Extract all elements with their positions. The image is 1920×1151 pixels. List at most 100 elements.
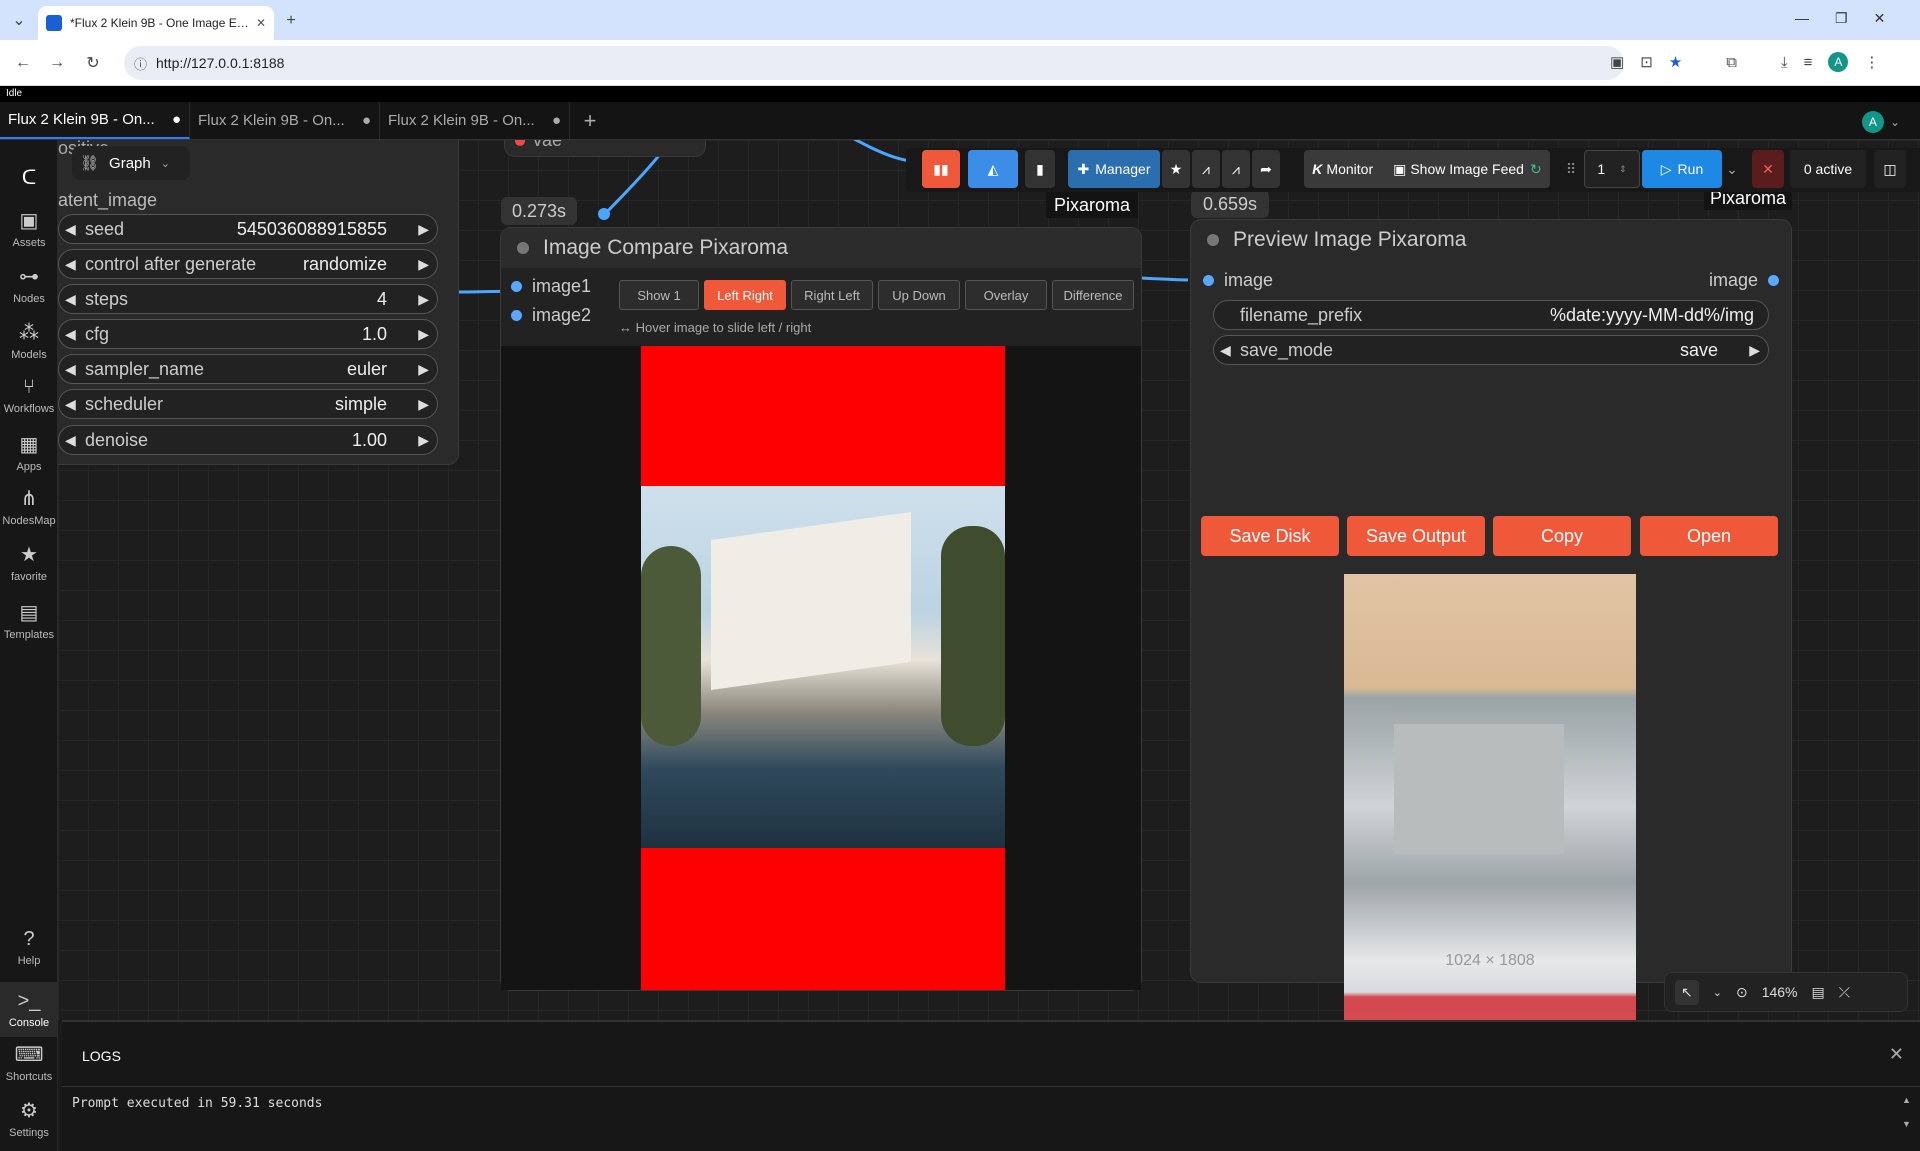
tool-a-icon[interactable]: ⩘ (1192, 150, 1220, 188)
show-image-feed-button[interactable]: ▣ Show Image Feed ↻ (1393, 161, 1542, 178)
input-socket[interactable] (1203, 275, 1214, 286)
close-icon[interactable]: ✕ (1889, 1044, 1904, 1065)
hide-links-icon[interactable]: ⤫ (1839, 984, 1850, 1001)
control-after-generate-widget[interactable]: ◀ control after generate randomize ▶ (58, 249, 438, 279)
extensions-icon[interactable]: ⧉ (1726, 54, 1737, 71)
input-image[interactable]: image (1203, 270, 1273, 291)
zoom-level[interactable]: 146% (1762, 984, 1798, 1000)
sidebar-item-help[interactable]: ? Help (0, 928, 58, 967)
share-icon[interactable]: ➦ (1252, 150, 1280, 188)
mode-difference-button[interactable]: Difference (1052, 280, 1134, 310)
workflow-tab[interactable]: Flux 2 Klein 9B - On... ● (0, 102, 190, 139)
star-icon[interactable]: ★ (1162, 150, 1190, 188)
graph-breadcrumb[interactable]: ⛓ Graph ⌄ (72, 146, 190, 180)
select-tool-icon[interactable]: ↖ (1675, 979, 1699, 1005)
run-button[interactable]: ▷ Run (1642, 150, 1722, 188)
log-scrollbar[interactable]: ▲ ▼ (1902, 1094, 1914, 1130)
increment-icon[interactable]: ▶ (418, 396, 429, 413)
image-compare-node[interactable]: Image Compare Pixaroma image1 image2 Sho… (501, 228, 1141, 990)
download-icon[interactable]: ⤓ (1781, 54, 1788, 71)
sidebar-item-models[interactable]: ⁂ Models (0, 320, 58, 361)
sampler-name-widget[interactable]: ◀ sampler_name euler ▶ (58, 354, 438, 384)
sidebar-item-settings[interactable]: ⚙ Settings (0, 1098, 58, 1139)
sidebar-item-apps[interactable]: ▦ Apps (0, 432, 58, 473)
input-socket[interactable] (511, 281, 522, 292)
decrement-icon[interactable]: ◀ (65, 221, 76, 238)
mode-left-right-button[interactable]: Left Right (704, 280, 786, 310)
monitor-button[interactable]: K Monitor (1312, 161, 1373, 177)
scheduler-widget[interactable]: ◀ scheduler simple ▶ (58, 389, 438, 419)
cfg-widget[interactable]: ◀ cfg 1.0 ▶ (58, 319, 438, 349)
input-socket[interactable] (511, 310, 522, 321)
unsaved-dot-icon[interactable]: ● (172, 111, 181, 128)
mode-right-left-button[interactable]: Right Left (791, 280, 873, 310)
sidebar-item-nodes[interactable]: ⊶ Nodes (0, 264, 58, 305)
minimap-icon[interactable]: ▤ (1812, 984, 1825, 1001)
ksampler-node[interactable]: ositive atent_image ◀seed545036088915855… (58, 140, 458, 464)
pixaroma-logo-icon[interactable]: ◭ (968, 150, 1018, 188)
tool-b-icon[interactable]: ⩘ (1222, 150, 1250, 188)
user-avatar[interactable]: A (1861, 111, 1884, 133)
save-mode-widget[interactable]: ◀ save_mode save ▶ (1213, 335, 1769, 365)
node-collapse-dot[interactable] (1207, 234, 1219, 246)
active-queue[interactable]: 0 active (1790, 150, 1866, 188)
increment-icon[interactable]: ▶ (418, 256, 429, 273)
save-disk-button[interactable]: Save Disk (1201, 516, 1339, 556)
forward-icon[interactable]: → (46, 52, 68, 74)
stepper-icon[interactable]: ⇕ (1619, 164, 1627, 175)
output-socket[interactable] (1768, 275, 1779, 286)
restore-icon[interactable]: ❐ (1835, 10, 1848, 27)
media-icon[interactable]: ≡ (1804, 54, 1813, 71)
sidebar-item-nodesmap[interactable]: ⋔ NodesMap (0, 486, 58, 527)
compare-viewport[interactable] (501, 346, 1141, 990)
fit-view-icon[interactable]: ⊙ (1736, 984, 1748, 1001)
batch-count-input[interactable]: 1 ⇕ (1584, 150, 1640, 188)
menu-icon[interactable]: ⋮ (1864, 53, 1879, 71)
back-icon[interactable]: ← (12, 52, 34, 74)
compare-image[interactable] (641, 346, 1005, 990)
mode-overlay-button[interactable]: Overlay (965, 280, 1047, 310)
decrement-icon[interactable]: ◀ (1220, 342, 1231, 359)
input-image1[interactable]: image1 (511, 276, 591, 297)
sidebar-item-workflows[interactable]: ⑂ Workflows (0, 376, 58, 415)
decrement-icon[interactable]: ◀ (65, 396, 76, 413)
address-bar[interactable]: ⓘ http://127.0.0.1:8188 (124, 46, 1624, 80)
seed-widget[interactable]: ◀ seed 545036088915855 ▶ (58, 214, 438, 244)
increment-icon[interactable]: ▶ (418, 326, 429, 343)
run-options-icon[interactable]: ⌄ (1722, 150, 1742, 188)
sidebar-item-console[interactable]: >_ Console (0, 982, 58, 1037)
input-image2[interactable]: image2 (511, 305, 591, 326)
decrement-icon[interactable]: ◀ (65, 291, 76, 308)
profile-avatar[interactable]: A (1828, 52, 1849, 72)
node-collapse-dot[interactable] (517, 242, 529, 254)
increment-icon[interactable]: ▶ (418, 432, 429, 449)
filename-prefix-widget[interactable]: filename_prefix %date:yyyy-MM-dd%/img (1213, 300, 1769, 330)
vae-node[interactable]: vae (505, 140, 705, 156)
increment-icon[interactable]: ▶ (418, 291, 429, 308)
chevron-down-icon[interactable]: ⌄ (1890, 115, 1900, 129)
unsaved-dot-icon[interactable]: ● (362, 112, 371, 129)
new-tab-icon[interactable]: + (280, 10, 302, 32)
denoise-widget[interactable]: ◀ denoise 1.00 ▶ (58, 425, 438, 455)
steps-widget[interactable]: ◀ steps 4 ▶ (58, 284, 438, 314)
sidebar-item-shortcuts[interactable]: ⌨ Shortcuts (0, 1042, 58, 1083)
bookmark-icon[interactable]: ▮ (1025, 150, 1055, 188)
unsaved-dot-icon[interactable]: ● (552, 112, 561, 129)
minimize-icon[interactable]: — (1795, 10, 1809, 27)
screenshot-icon[interactable]: ▣ (1610, 53, 1624, 71)
workflow-tab[interactable]: Flux 2 Klein 9B - On... ● (190, 102, 380, 139)
manager-button[interactable]: ✚ Manager (1068, 150, 1160, 188)
drag-handle-icon[interactable]: ⠿ (1564, 150, 1578, 188)
decrement-icon[interactable]: ◀ (65, 432, 76, 449)
save-output-button[interactable]: Save Output (1347, 516, 1485, 556)
sidebar-item-assets[interactable]: ▣ Assets (0, 208, 58, 249)
vae-socket[interactable] (515, 140, 525, 146)
increment-icon[interactable]: ▶ (418, 221, 429, 238)
open-button[interactable]: Open (1640, 516, 1778, 556)
panel-toggle-icon[interactable]: ◫ (1874, 150, 1906, 188)
decrement-icon[interactable]: ◀ (65, 256, 76, 273)
tab-search-icon[interactable]: ⌄ (8, 9, 30, 31)
graph-canvas[interactable]: ositive atent_image ◀seed545036088915855… (58, 140, 1920, 1020)
bookmark-star-icon[interactable]: ★ (1669, 53, 1682, 71)
copy-button[interactable]: Copy (1493, 516, 1631, 556)
